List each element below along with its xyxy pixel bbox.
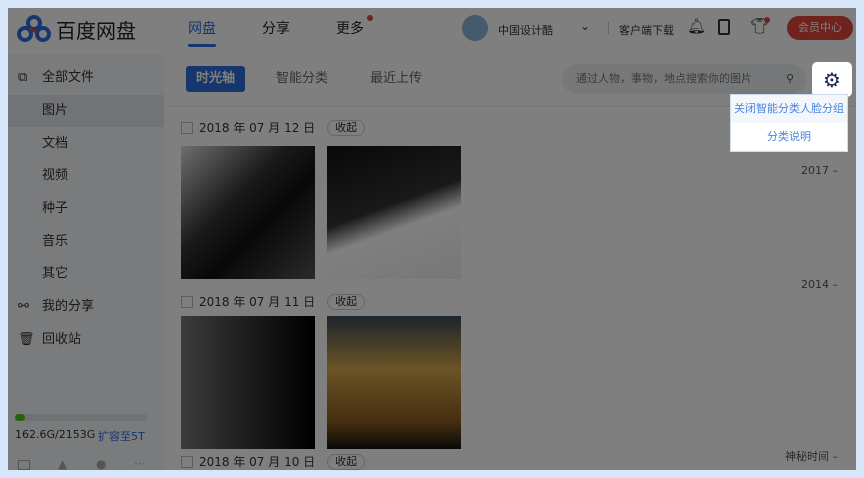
modal-overlay[interactable] bbox=[8, 8, 856, 470]
menu-item-category-info[interactable]: 分类说明 bbox=[731, 123, 847, 151]
settings-button[interactable]: ⚙︎ bbox=[812, 62, 852, 97]
settings-dropdown: 关闭智能分类人脸分组 分类说明 bbox=[730, 94, 848, 152]
app-window: 百度网盘 网盘 分享 更多 中国设计酷 ⌄ 客户端下载 🔔︎ 👕︎ 会员中心 ⧉… bbox=[8, 8, 856, 470]
menu-item-disable-face-grouping[interactable]: 关闭智能分类人脸分组 bbox=[731, 95, 847, 123]
gear-icon: ⚙︎ bbox=[823, 67, 841, 92]
